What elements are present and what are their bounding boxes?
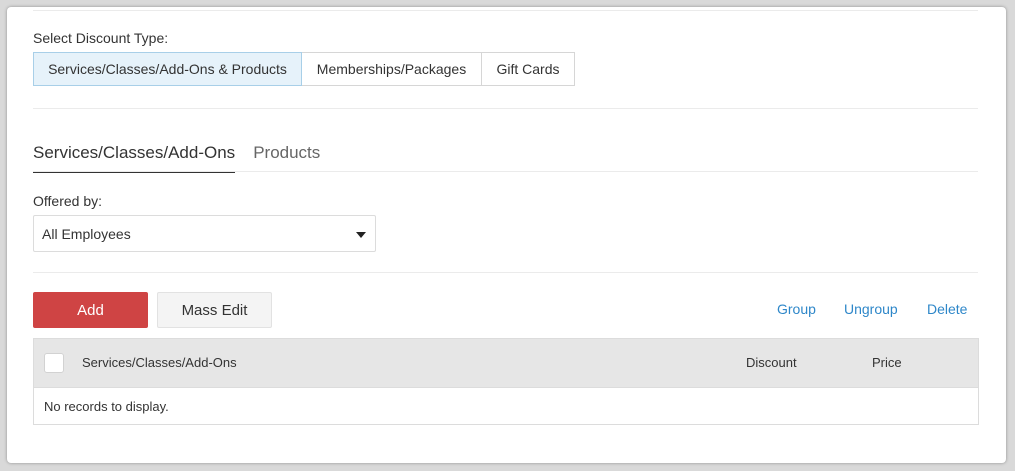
delete-link[interactable]: Delete — [927, 301, 967, 317]
select-all-checkbox[interactable] — [44, 353, 64, 373]
add-button[interactable]: Add — [33, 292, 148, 328]
column-header-discount[interactable]: Discount — [746, 355, 797, 370]
segment-memberships-packages[interactable]: Memberships/Packages — [301, 52, 482, 86]
discount-settings-panel: Select Discount Type: Services/Classes/A… — [7, 7, 1006, 463]
segment-gift-cards[interactable]: Gift Cards — [481, 52, 575, 86]
group-link[interactable]: Group — [777, 301, 816, 317]
tabs-underline — [33, 171, 978, 172]
offered-by-label: Offered by: — [33, 193, 103, 209]
segment-services-products[interactable]: Services/Classes/Add-Ons & Products — [33, 52, 302, 86]
offered-by-value: All Employees — [42, 225, 131, 242]
table-header: Services/Classes/Add-Ons Discount Price — [34, 339, 978, 388]
offered-by-select[interactable]: All Employees — [33, 215, 376, 252]
column-header-services[interactable]: Services/Classes/Add-Ons — [82, 355, 237, 370]
column-header-price[interactable]: Price — [872, 355, 902, 370]
items-table: Services/Classes/Add-Ons Discount Price … — [33, 338, 979, 425]
tab-products[interactable]: Products — [253, 143, 320, 171]
empty-table-message: No records to display. — [44, 399, 169, 414]
tab-services-classes-add-ons[interactable]: Services/Classes/Add-Ons — [33, 143, 236, 173]
ungroup-link[interactable]: Ungroup — [844, 301, 898, 317]
section-divider-2 — [33, 272, 978, 273]
mass-edit-button[interactable]: Mass Edit — [157, 292, 272, 328]
top-divider — [33, 10, 978, 11]
discount-type-label: Select Discount Type: — [33, 30, 169, 46]
section-divider — [33, 108, 978, 109]
item-type-tabs: Services/Classes/Add-Ons Products — [33, 143, 320, 173]
caret-down-icon — [356, 232, 366, 238]
discount-type-segmented-control: Services/Classes/Add-Ons & Products Memb… — [33, 52, 575, 86]
